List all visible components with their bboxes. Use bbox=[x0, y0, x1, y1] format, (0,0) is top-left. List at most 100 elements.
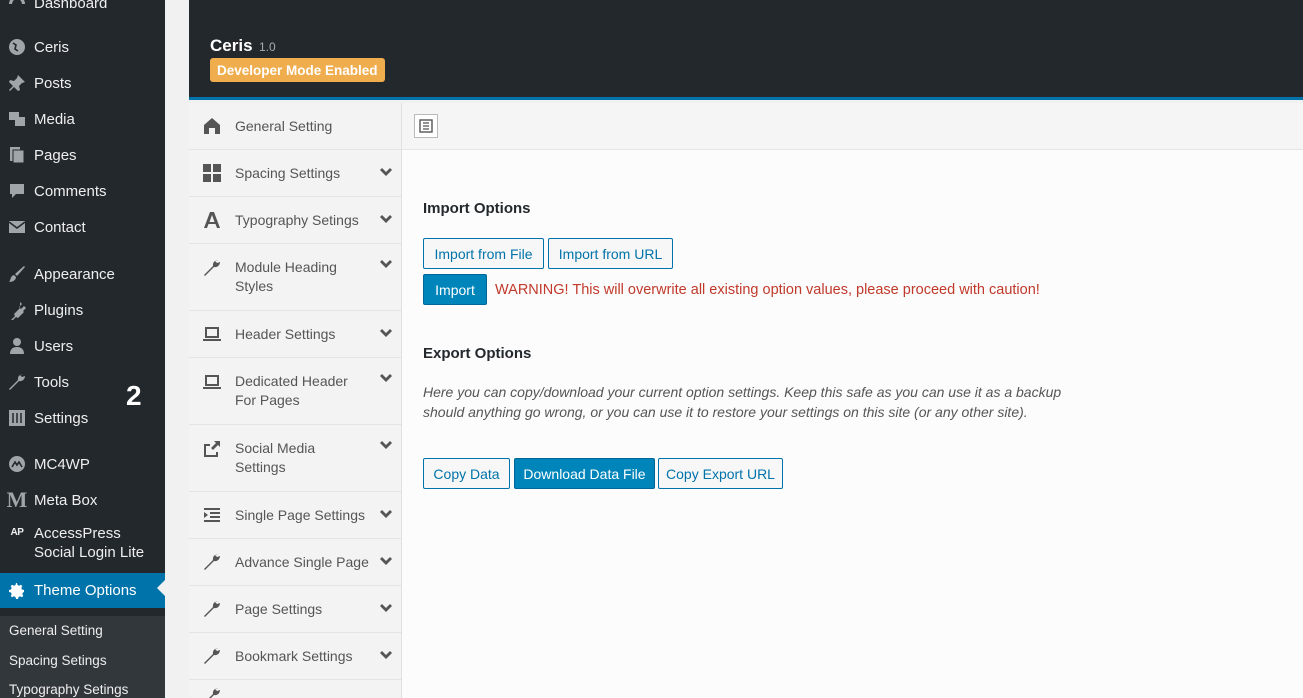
menu-label: Theme Options bbox=[34, 582, 137, 599]
laptop-icon bbox=[189, 324, 235, 344]
nav-label: Advance Single Page bbox=[235, 553, 369, 570]
theme-name: Ceris bbox=[210, 36, 253, 55]
theme-options-submenu: General Setting Spacing Setings Typograp… bbox=[0, 616, 165, 698]
nav-spacing-settings[interactable]: Spacing Settings bbox=[189, 150, 401, 197]
chevron-down-icon[interactable] bbox=[371, 602, 401, 616]
laptop-icon bbox=[189, 372, 235, 392]
nav-single-page-settings[interactable]: Single Page Settings bbox=[189, 492, 401, 539]
nav-label: Typography Setings bbox=[235, 211, 359, 228]
pin-icon bbox=[0, 73, 34, 93]
submenu-item-general[interactable]: General Setting bbox=[0, 616, 165, 646]
nav-typography-settings[interactable]: Typography Setings bbox=[189, 197, 401, 244]
brush-icon bbox=[0, 264, 34, 284]
menu-item-media[interactable]: Media bbox=[0, 104, 165, 134]
menu-item-posts[interactable]: Posts bbox=[0, 68, 165, 98]
menu-label: Tools bbox=[34, 373, 70, 391]
nav-dedicated-header[interactable]: Dedicated Header For Pages bbox=[189, 358, 401, 425]
chevron-down-icon[interactable] bbox=[371, 555, 401, 569]
ap-icon: AP bbox=[10, 527, 24, 538]
grid-icon bbox=[189, 163, 235, 183]
menu-item-meta-box[interactable]: M Meta Box bbox=[0, 485, 165, 515]
wrench-icon bbox=[189, 646, 235, 666]
nav-label: Single Page Settings bbox=[235, 506, 365, 523]
admin-sidebar: Dashboard Ceris Posts Media Pages Commen… bbox=[0, 0, 165, 698]
nav-general-setting[interactable]: General Setting bbox=[189, 103, 401, 150]
theme-version: 1.0 bbox=[259, 40, 276, 54]
submenu-item-typography[interactable]: Typography Setings bbox=[0, 675, 165, 698]
export-options-title: Export Options bbox=[423, 345, 532, 362]
nav-label: Spacing Settings bbox=[235, 164, 341, 181]
panel-toolbar bbox=[402, 103, 1303, 150]
menu-label: MC4WP bbox=[34, 455, 90, 473]
chevron-down-icon[interactable] bbox=[371, 439, 401, 453]
expand-options-button[interactable] bbox=[414, 114, 438, 138]
menu-item-plugins[interactable]: Plugins bbox=[0, 295, 165, 325]
import-from-file-button[interactable]: Import from File bbox=[423, 238, 544, 269]
menu-label: Settings bbox=[34, 409, 89, 427]
chevron-down-icon[interactable] bbox=[371, 649, 401, 663]
wrench-icon bbox=[0, 372, 34, 392]
active-indicator bbox=[157, 580, 165, 596]
copy-data-button[interactable]: Copy Data bbox=[423, 458, 510, 489]
submenu-item-spacing[interactable]: Spacing Setings bbox=[0, 646, 165, 676]
nav-label: Social Media Settings bbox=[235, 440, 316, 475]
menu-label: Dashboard bbox=[34, 0, 108, 12]
menu-item-pages[interactable]: Pages bbox=[0, 140, 165, 170]
menu-label: Contact bbox=[34, 218, 86, 236]
nav-bookmark-settings[interactable]: Bookmark Settings bbox=[189, 633, 401, 680]
chevron-down-icon[interactable] bbox=[371, 372, 401, 386]
import-warning: WARNING! This will overwrite all existin… bbox=[495, 282, 1040, 298]
mail-icon bbox=[0, 217, 34, 237]
chevron-down-icon[interactable] bbox=[371, 508, 401, 522]
menu-item-accesspress[interactable]: AP AccessPress Social Login Lite bbox=[0, 524, 165, 566]
menu-item-dashboard[interactable]: Dashboard bbox=[0, 0, 165, 18]
menu-label: Plugins bbox=[34, 301, 84, 319]
nav-label: Module Heading Styles bbox=[235, 259, 337, 294]
nav-label: Bookmark Settings bbox=[235, 647, 353, 664]
menu-label: Meta Box bbox=[34, 491, 98, 509]
menu-item-mc4wp[interactable]: MC4WP bbox=[0, 449, 165, 479]
nav-label: Dedicated Header For Pages bbox=[235, 373, 348, 408]
chevron-down-icon[interactable] bbox=[371, 166, 401, 180]
chevron-down-icon[interactable] bbox=[371, 213, 401, 227]
comment-icon bbox=[0, 181, 34, 201]
nav-label: Page Settings bbox=[235, 600, 323, 617]
gear-icon bbox=[0, 581, 34, 601]
dashboard-icon bbox=[0, 0, 34, 13]
menu-label: Appearance bbox=[34, 265, 115, 283]
menu-item-contact[interactable]: Contact bbox=[0, 212, 165, 242]
nav-header-settings[interactable]: Header Settings bbox=[189, 311, 401, 358]
menu-item-ceris[interactable]: Ceris bbox=[0, 32, 165, 62]
options-main-panel: Import Options Import from File Import f… bbox=[402, 103, 1303, 698]
nav-advance-single-page[interactable]: Advance Single Page bbox=[189, 539, 401, 586]
nav-social-media-settings[interactable]: Social Media Settings bbox=[189, 425, 401, 492]
options-nav: General Setting Spacing Settings Typogra… bbox=[189, 103, 402, 698]
nav-next-item[interactable] bbox=[189, 680, 401, 698]
wrench-icon bbox=[189, 552, 235, 572]
menu-label: Pages bbox=[34, 146, 77, 164]
menu-item-theme-options[interactable]: Theme Options bbox=[0, 573, 165, 608]
wrench-icon bbox=[189, 599, 235, 619]
chevron-down-icon[interactable] bbox=[371, 327, 401, 341]
menu-item-users[interactable]: Users bbox=[0, 331, 165, 361]
wrench-icon bbox=[189, 686, 235, 698]
nav-label: Header Settings bbox=[235, 325, 336, 342]
sliders-icon bbox=[0, 408, 34, 428]
media-icon bbox=[0, 109, 34, 129]
copy-export-url-button[interactable]: Copy Export URL bbox=[658, 458, 783, 489]
globe-icon bbox=[0, 37, 34, 57]
overlay-number: 2 bbox=[126, 380, 142, 411]
menu-item-comments[interactable]: Comments bbox=[0, 176, 165, 206]
menu-label: Comments bbox=[34, 182, 107, 200]
chevron-down-icon[interactable] bbox=[371, 258, 401, 272]
nav-module-heading-styles[interactable]: Module Heading Styles bbox=[189, 244, 401, 311]
import-options-title: Import Options bbox=[423, 200, 531, 217]
menu-label: Posts bbox=[34, 74, 72, 92]
import-button[interactable]: Import bbox=[423, 274, 487, 305]
developer-mode-badge: Developer Mode Enabled bbox=[210, 58, 385, 82]
import-from-url-button[interactable]: Import from URL bbox=[548, 238, 673, 269]
wrench-icon bbox=[189, 258, 235, 278]
nav-page-settings[interactable]: Page Settings bbox=[189, 586, 401, 633]
download-data-file-button[interactable]: Download Data File bbox=[514, 458, 655, 489]
menu-item-appearance[interactable]: Appearance bbox=[0, 259, 165, 289]
